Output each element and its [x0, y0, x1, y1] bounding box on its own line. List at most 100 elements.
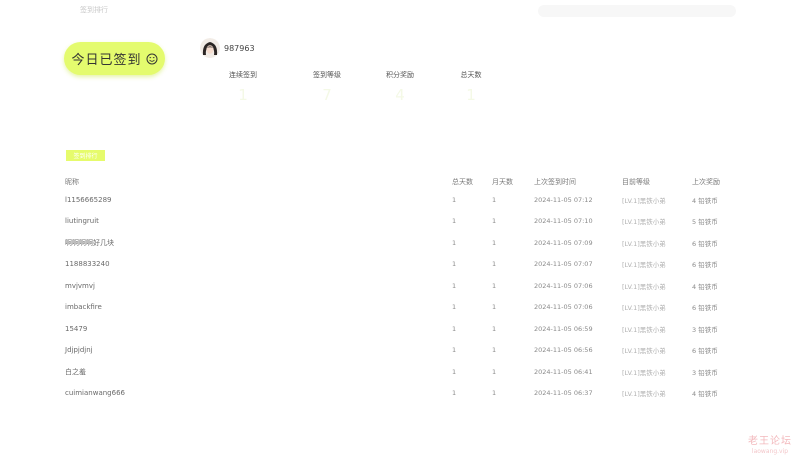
table-row: 15479 1 1 2024-11-05 06:59 [LV.1]黑铁小弟 3 …	[65, 318, 745, 340]
cell-total-days: 1	[452, 238, 457, 247]
cell-last-checkin: 2024-11-05 07:07	[534, 260, 593, 269]
header-last-reward[interactable]: 上次奖励	[692, 174, 745, 189]
table-row: 啊啊啊啊好几块 1 1 2024-11-05 07:09 [LV.1]黑铁小弟 …	[65, 232, 745, 254]
cell-month-days: 1	[492, 281, 497, 290]
stat-label: 总天数	[460, 71, 482, 79]
cell-month-days: 1	[492, 367, 497, 376]
cell-nickname[interactable]: cuimianwang666	[65, 383, 452, 405]
cell-last-reward: 3 铅铁币	[692, 325, 718, 334]
cell-total-days: 1	[452, 324, 457, 333]
stat-value: 7	[322, 86, 332, 104]
cell-last-checkin: 2024-11-05 07:06	[534, 303, 593, 312]
section-tag: 签到排行	[66, 150, 105, 161]
table-row: 1188833240 1 1 2024-11-05 07:07 [LV.1]黑铁…	[65, 254, 745, 276]
cell-level: [LV.1]黑铁小弟	[622, 390, 666, 399]
header-nickname[interactable]: 昵称	[65, 174, 452, 189]
table-row: cuimianwang666 1 1 2024-11-05 06:37 [LV.…	[65, 383, 745, 405]
table-row: Jdjpjdjnj 1 1 2024-11-05 06:56 [LV.1]黑铁小…	[65, 340, 745, 362]
cell-level: [LV.1]黑铁小弟	[622, 304, 666, 313]
cell-last-checkin: 2024-11-05 06:41	[534, 367, 593, 376]
search-box[interactable]	[538, 5, 736, 17]
cell-level: [LV.1]黑铁小弟	[622, 325, 666, 334]
cell-level: [LV.1]黑铁小弟	[622, 368, 666, 377]
cell-nickname[interactable]: liutingruit	[65, 211, 452, 233]
cell-last-checkin: 2024-11-05 06:56	[534, 346, 593, 355]
cell-total-days: 1	[452, 260, 457, 269]
cell-month-days: 1	[492, 389, 497, 398]
cell-nickname[interactable]: mvjvmvj	[65, 275, 452, 297]
stat-label: 连续签到	[229, 71, 257, 79]
cell-month-days: 1	[492, 346, 497, 355]
cell-last-reward: 4 铅铁币	[692, 196, 718, 205]
cell-last-checkin: 2024-11-05 06:59	[534, 324, 593, 333]
cell-last-checkin: 2024-11-05 07:06	[534, 281, 593, 290]
table-header-row: 昵称 总天数 月天数 上次签到时间 目前等级 上次奖励	[65, 174, 745, 189]
cell-last-reward: 6 铅铁币	[692, 261, 718, 270]
cell-total-days: 1	[452, 367, 457, 376]
cell-last-reward: 6 铅铁币	[692, 347, 718, 356]
cell-nickname[interactable]: 啊啊啊啊好几块	[65, 232, 452, 254]
cell-level: [LV.1]黑铁小弟	[622, 239, 666, 248]
cell-last-reward: 6 铅铁币	[692, 304, 718, 313]
cell-last-checkin: 2024-11-05 06:37	[534, 389, 593, 398]
ranking-table: 昵称 总天数 月天数 上次签到时间 目前等级 上次奖励 l1156665289 …	[65, 174, 745, 404]
top-bar: 签到排行	[0, 0, 800, 22]
stat-value: 1	[466, 86, 476, 104]
stat-total-days: 总天数 1	[446, 70, 496, 104]
cell-level: [LV.1]黑铁小弟	[622, 196, 666, 205]
cell-last-reward: 5 铅铁币	[692, 218, 718, 227]
cell-nickname[interactable]: Jdjpjdjnj	[65, 340, 452, 362]
cell-month-days: 1	[492, 303, 497, 312]
cell-last-checkin: 2024-11-05 07:10	[534, 217, 593, 226]
watermark-title: 老王论坛	[748, 436, 792, 447]
stat-level: 签到等级 7	[302, 70, 352, 104]
cell-nickname[interactable]: 15479	[65, 318, 452, 340]
cell-nickname[interactable]: imbackfire	[65, 297, 452, 319]
cell-total-days: 1	[452, 281, 457, 290]
stat-label: 签到等级	[313, 71, 341, 79]
header-last-checkin[interactable]: 上次签到时间	[534, 174, 622, 189]
table-row: l1156665289 1 1 2024-11-05 07:12 [LV.1]黑…	[65, 189, 745, 211]
cell-last-reward: 3 铅铁币	[692, 368, 718, 377]
watermark-url: laowang.vip	[751, 448, 789, 455]
cell-nickname[interactable]: 1188833240	[65, 254, 452, 276]
cell-nickname[interactable]: 白之羞	[65, 361, 452, 383]
stats-panel: 连续签到 1 签到等级 7 积分奖励 4 总天数 1	[220, 70, 510, 114]
checkin-label: 今日已签到	[71, 53, 142, 68]
checkin-button[interactable]: 今日已签到	[64, 42, 165, 75]
username[interactable]: 987963	[224, 44, 255, 53]
cell-month-days: 1	[492, 238, 497, 247]
cell-total-days: 1	[452, 195, 457, 204]
nav-title[interactable]: 签到排行	[80, 5, 108, 15]
header-total-days[interactable]: 总天数	[452, 174, 492, 189]
avatar-icon[interactable]	[200, 38, 220, 58]
cell-last-reward: 6 铅铁币	[692, 239, 718, 248]
cell-last-checkin: 2024-11-05 07:09	[534, 238, 593, 247]
cell-nickname[interactable]: l1156665289	[65, 189, 452, 211]
cell-last-reward: 4 铅铁币	[692, 282, 718, 291]
cell-month-days: 1	[492, 195, 497, 204]
cell-level: [LV.1]黑铁小弟	[622, 261, 666, 270]
table-row: mvjvmvj 1 1 2024-11-05 07:06 [LV.1]黑铁小弟 …	[65, 275, 745, 297]
cell-total-days: 1	[452, 217, 457, 226]
cell-month-days: 1	[492, 260, 497, 269]
cell-last-reward: 4 铅铁币	[692, 390, 718, 399]
smile-icon	[146, 53, 158, 65]
cell-level: [LV.1]黑铁小弟	[622, 347, 666, 356]
stat-reward: 积分奖励 4	[375, 70, 425, 104]
stat-value: 1	[238, 86, 248, 104]
cell-level: [LV.1]黑铁小弟	[622, 218, 666, 227]
table-row: liutingruit 1 1 2024-11-05 07:10 [LV.1]黑…	[65, 211, 745, 233]
table-row: imbackfire 1 1 2024-11-05 07:06 [LV.1]黑铁…	[65, 297, 745, 319]
header-level[interactable]: 目前等级	[622, 174, 692, 189]
watermark: 老王论坛 laowang.vip	[740, 432, 800, 455]
cell-total-days: 1	[452, 389, 457, 398]
cell-level: [LV.1]黑铁小弟	[622, 282, 666, 291]
table-row: 白之羞 1 1 2024-11-05 06:41 [LV.1]黑铁小弟 3 铅铁…	[65, 361, 745, 383]
header-month-days[interactable]: 月天数	[492, 174, 534, 189]
stat-label: 积分奖励	[386, 71, 414, 79]
cell-month-days: 1	[492, 324, 497, 333]
stat-value: 4	[395, 86, 405, 104]
cell-total-days: 1	[452, 346, 457, 355]
stat-consecutive: 连续签到 1	[218, 70, 268, 104]
